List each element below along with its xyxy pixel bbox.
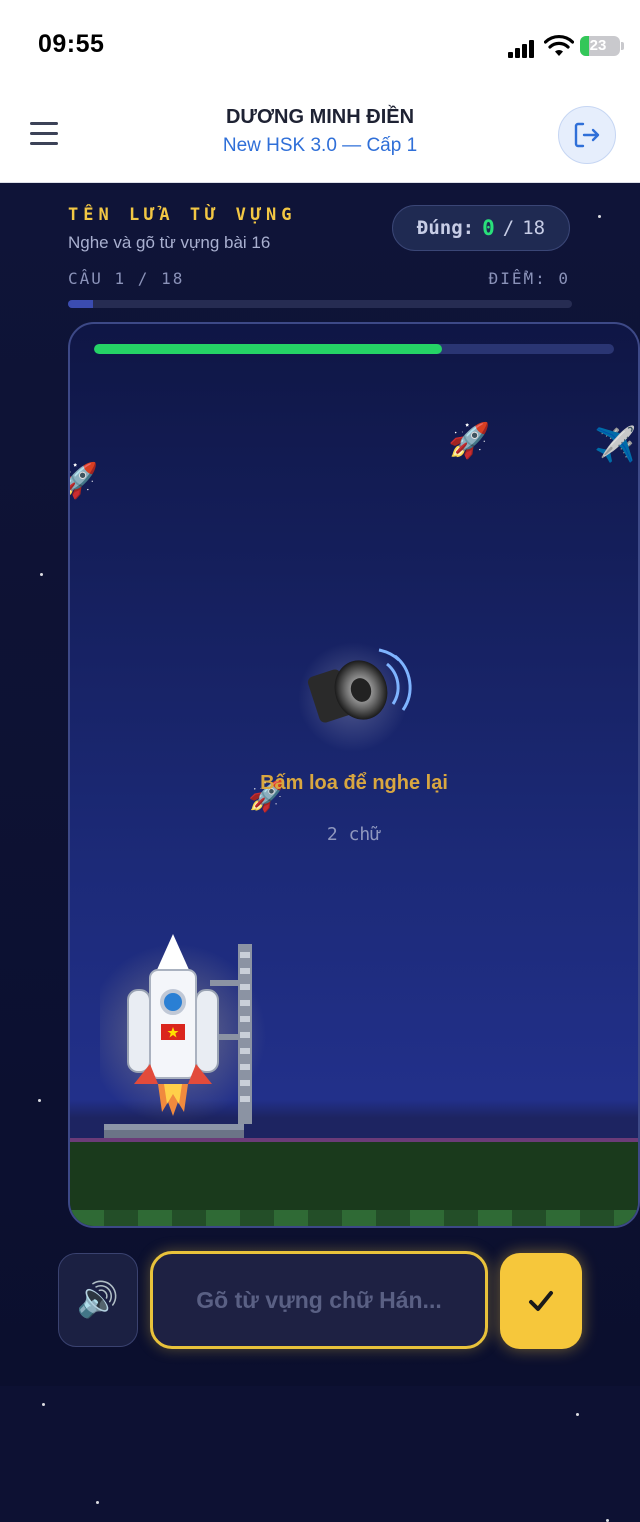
game-title: TÊN LỬA TỪ VỰNG (68, 205, 297, 225)
battery-tip (621, 42, 624, 50)
star (38, 1099, 41, 1102)
character-count: 2 chữ (326, 824, 382, 845)
game-canvas: 🚀 ✈️ 🚀 🚀 (68, 322, 640, 1228)
timer-bar (94, 344, 614, 354)
score-badge: Đúng: 0 / 18 (392, 205, 570, 251)
speaker-icon (298, 642, 412, 752)
star (96, 1501, 99, 1504)
wifi-icon (544, 35, 574, 56)
speaker-icon: 🔊 (76, 1280, 120, 1320)
score-separator: / (502, 217, 515, 239)
star (42, 1403, 45, 1406)
replay-audio-button[interactable] (290, 642, 420, 752)
ground-stripes (70, 1210, 638, 1226)
points-display: ĐIỂM: 0 (488, 269, 570, 288)
rocket-enemy-icon: 🚀 (448, 421, 491, 461)
battery-icon: 23 (580, 36, 620, 56)
game-area: TÊN LỬA TỪ VỰNG Nghe và gõ từ vựng bài 1… (0, 183, 640, 1522)
battery-percent: 23 (589, 37, 607, 54)
rocket-enemy-icon: 🚀 (70, 464, 98, 498)
cellular-signal-icon (508, 38, 538, 58)
question-counter: CÂU 1 / 18 (68, 269, 185, 288)
answer-input[interactable] (150, 1251, 488, 1349)
star (576, 1413, 579, 1416)
score-correct: 0 (482, 216, 495, 240)
play-sound-button[interactable]: 🔊 (58, 1253, 138, 1347)
question-progress-bar (68, 300, 572, 308)
checkmark-icon (529, 1291, 553, 1311)
star (40, 573, 43, 576)
score-label: Đúng: (416, 217, 475, 239)
replay-hint: Bấm loa để nghe lại (260, 772, 448, 794)
star (598, 215, 601, 218)
user-name: DƯƠNG MINH ĐIỀN (225, 106, 415, 128)
game-subtitle: Nghe và gõ từ vựng bài 16 (68, 233, 271, 252)
timer-fill (94, 344, 443, 354)
status-time: 09:55 (38, 30, 105, 58)
app-header: DƯƠNG MINH ĐIỀN New HSK 3.0 — Cấp 1 (0, 92, 640, 183)
score-total: 18 (522, 217, 546, 239)
logout-icon (574, 122, 600, 148)
airplane-icon: ✈️ (594, 425, 637, 465)
submit-button[interactable] (500, 1253, 582, 1349)
question-progress-fill (68, 300, 94, 308)
logout-button[interactable] (558, 106, 616, 164)
status-bar: 09:55 23 (0, 0, 640, 92)
ground (70, 1142, 638, 1226)
course-name[interactable]: New HSK 3.0 — Cấp 1 (0, 135, 640, 157)
